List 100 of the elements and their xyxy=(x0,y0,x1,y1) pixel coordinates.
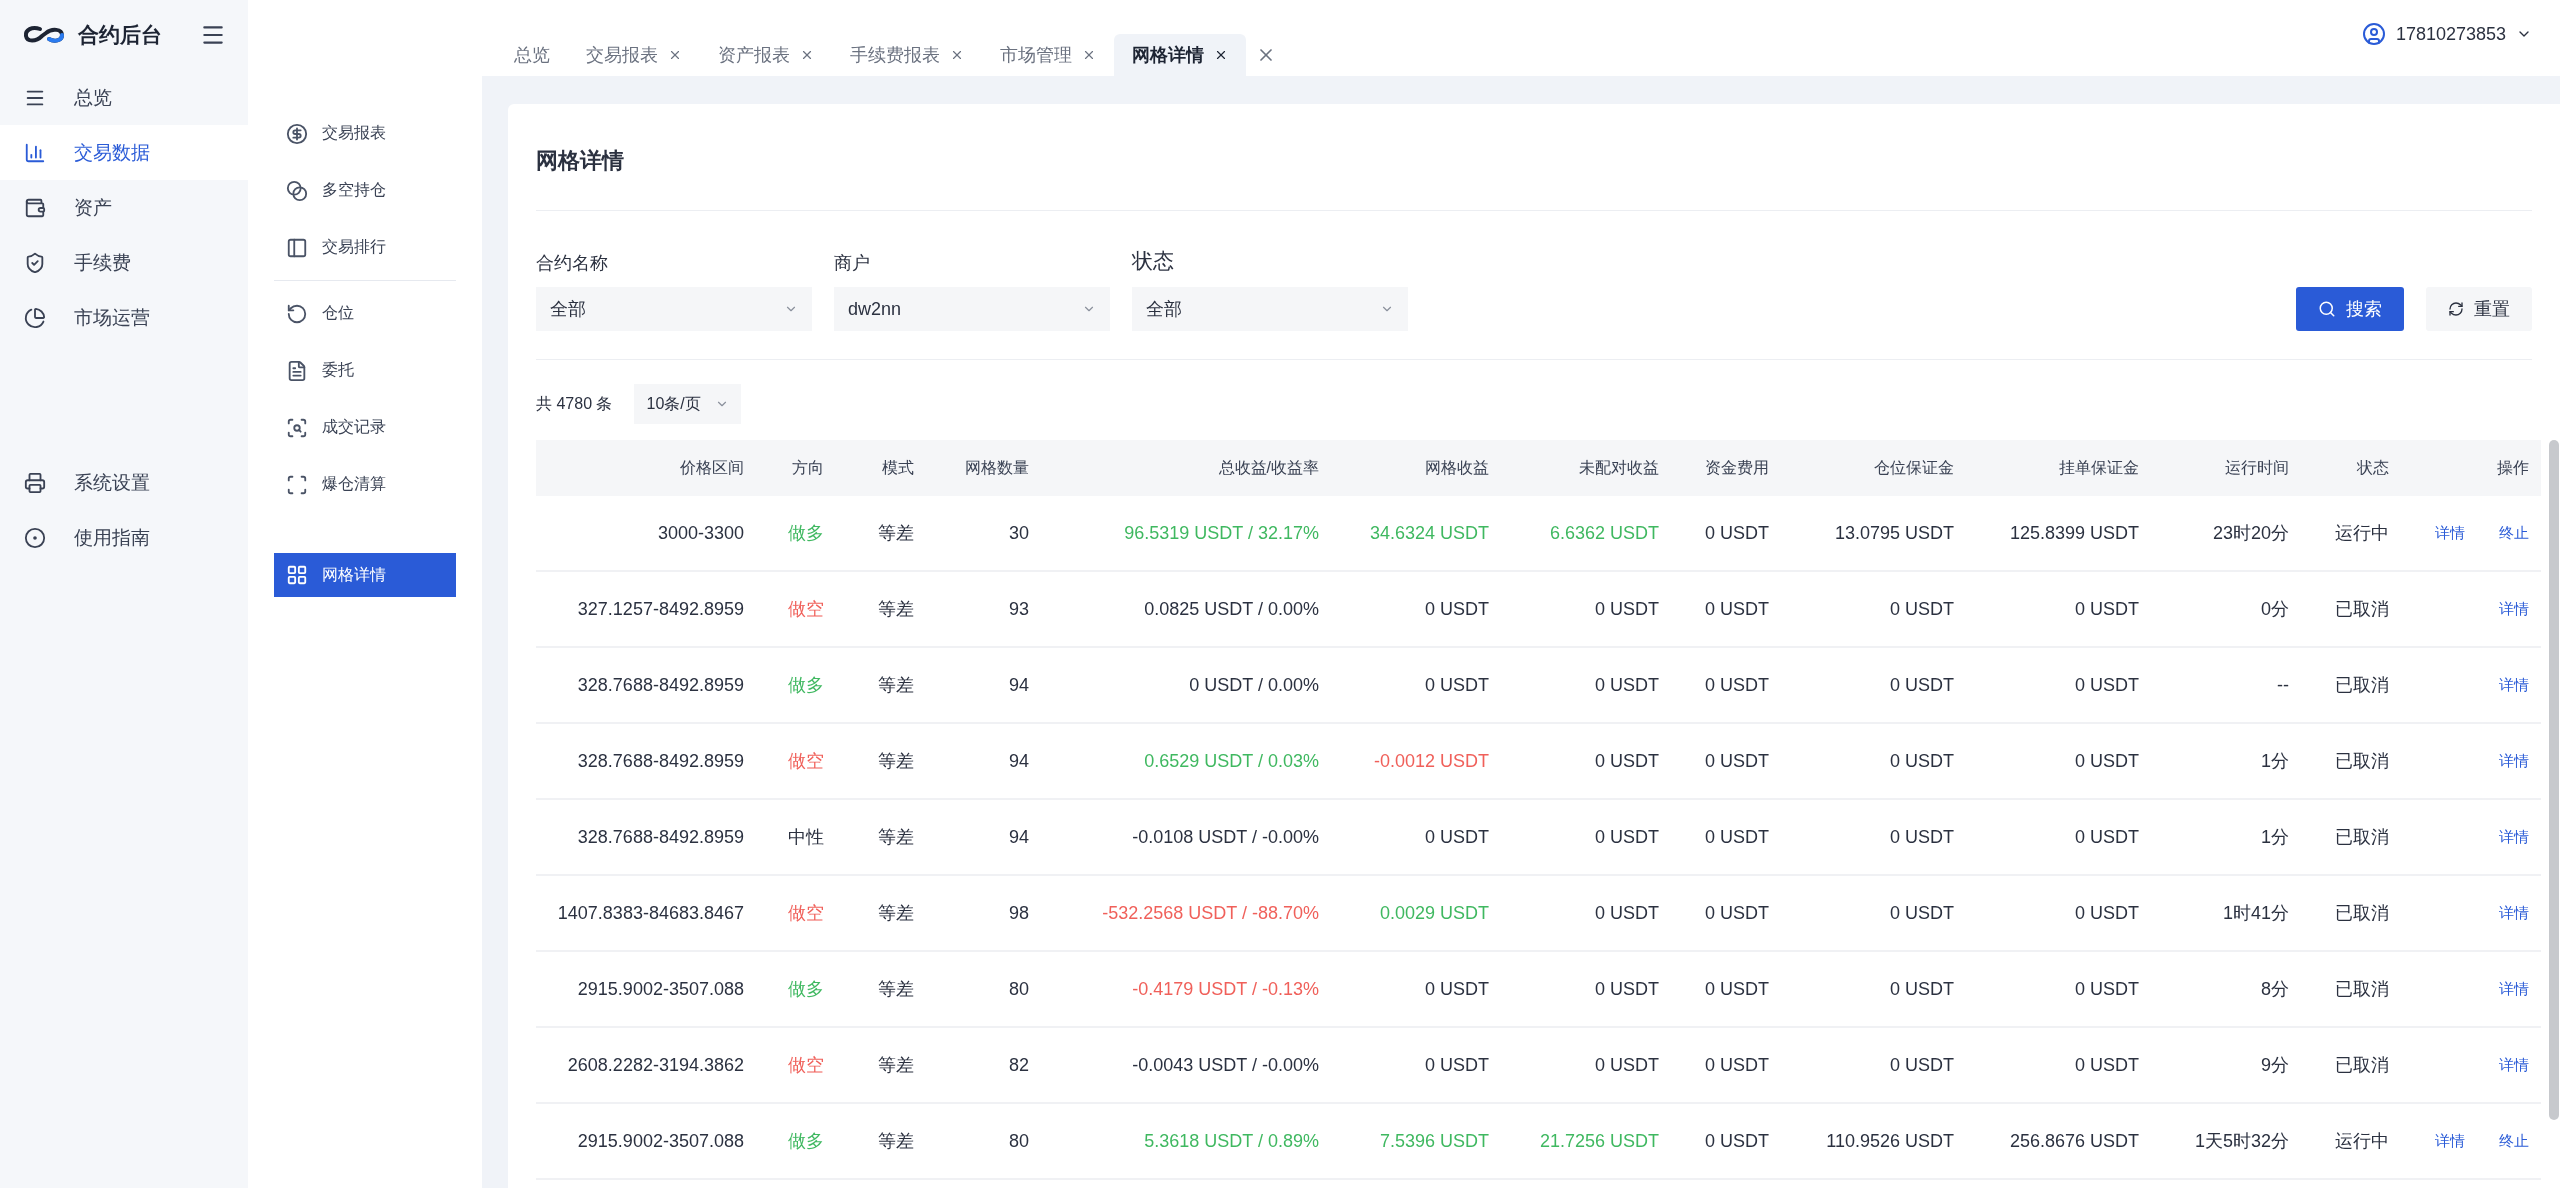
tab[interactable]: 市场管理 xyxy=(982,34,1114,76)
scrollbar[interactable] xyxy=(2549,440,2559,1120)
table-cell: 34.6324 USDT xyxy=(1331,496,1501,571)
tab[interactable]: 手续费报表 xyxy=(832,34,982,76)
table-cell: 0 USDT xyxy=(1781,1027,1966,1103)
logo-icon xyxy=(22,24,66,46)
action-link[interactable]: 详情 xyxy=(2499,599,2529,619)
table-cell: 3000-3300 xyxy=(536,496,756,571)
table-cell: 等差 xyxy=(836,1027,926,1103)
table-cell: 做多 xyxy=(756,1103,836,1179)
select-field[interactable]: dw2nn xyxy=(834,287,1110,331)
action-link[interactable]: 详情 xyxy=(2435,523,2465,543)
table-cell: 0 USDT xyxy=(1781,799,1966,875)
tab[interactable]: 网格详情 xyxy=(1114,34,1246,76)
submenu-item[interactable]: 多空持仓 xyxy=(274,162,456,219)
table-cell: -532.2568 USDT / -88.70% xyxy=(1041,875,1331,951)
submenu-item[interactable]: 网格详情 xyxy=(274,553,456,597)
table-cell: 23时20分 xyxy=(2151,496,2301,571)
table-cell: 等差 xyxy=(836,647,926,723)
table-cell: 1分 xyxy=(2151,723,2301,799)
tab[interactable]: 总览 xyxy=(496,34,568,76)
column-header: 状态 xyxy=(2301,440,2401,496)
table-cell: -0.0012 USDT xyxy=(1331,723,1501,799)
table-cell: 0 USDT xyxy=(1781,723,1966,799)
table-cell: 0 USDT xyxy=(1966,723,2151,799)
column-header: 未配对收益 xyxy=(1501,440,1671,496)
action-link[interactable]: 详情 xyxy=(2499,675,2529,695)
tab[interactable]: 交易报表 xyxy=(568,34,700,76)
action-link[interactable]: 详情 xyxy=(2499,903,2529,923)
table-cell: 0 USDT xyxy=(1671,1103,1781,1179)
submenu-item[interactable]: 交易排行 xyxy=(274,219,456,276)
submenu-item[interactable]: 交易报表 xyxy=(274,105,456,162)
scan-search-icon xyxy=(286,416,308,439)
page-size-select[interactable]: 10条/页 xyxy=(634,384,741,424)
table-cell: 0 USDT xyxy=(1671,571,1781,647)
table-cell: 80 xyxy=(926,1103,1041,1179)
table-cell: 1天5时32分 xyxy=(2151,1103,2301,1179)
table-cell: 0 USDT xyxy=(1966,1027,2151,1103)
table-cell: 做多 xyxy=(756,496,836,571)
column-header: 资金费用 xyxy=(1671,440,1781,496)
action-link[interactable]: 终止 xyxy=(2499,1131,2529,1151)
table-cell: -0.0108 USDT / -0.00% xyxy=(1041,799,1331,875)
sidebar-item[interactable]: 使用指南 xyxy=(0,510,248,565)
submenu-item[interactable]: 爆仓清算 xyxy=(274,456,456,513)
column-header: 仓位保证金 xyxy=(1781,440,1966,496)
sidebar-item[interactable]: 交易数据 xyxy=(0,125,248,180)
action-link[interactable]: 详情 xyxy=(2499,751,2529,771)
column-header: 总收益/收益率 xyxy=(1041,440,1331,496)
table-cell: 0 USDT xyxy=(1781,571,1966,647)
action-link[interactable]: 终止 xyxy=(2499,523,2529,543)
table-cell: 等差 xyxy=(836,1103,926,1179)
action-link[interactable]: 详情 xyxy=(2435,1131,2465,1151)
submenu-item[interactable]: 委托 xyxy=(274,342,456,399)
table-cell: 0 USDT xyxy=(1501,951,1671,1027)
select-field[interactable]: 全部 xyxy=(536,287,812,331)
sidebar-item[interactable]: 系统设置 xyxy=(0,455,248,510)
table-cell: 0 USDT xyxy=(1671,799,1781,875)
column-header: 方向 xyxy=(756,440,836,496)
table-cell: 已取消 xyxy=(2301,647,2401,723)
select-field[interactable]: 全部 xyxy=(1132,287,1408,331)
table-cell: 0 USDT xyxy=(1671,723,1781,799)
sidebar-item[interactable]: 资产 xyxy=(0,180,248,235)
table-cell: 已取消 xyxy=(2301,799,2401,875)
overlapping-circles-icon xyxy=(286,179,308,202)
filter-label: 状态 xyxy=(1132,248,1175,274)
action-link[interactable]: 详情 xyxy=(2499,827,2529,847)
table-cell: 中性 xyxy=(756,799,836,875)
table-cell: 已取消 xyxy=(2301,723,2401,799)
table-cell: 做空 xyxy=(756,1027,836,1103)
sidebar-item[interactable]: 市场运营 xyxy=(0,290,248,345)
table-cell: 0 USDT xyxy=(1966,951,2151,1027)
table-cell: 125.8399 USDT xyxy=(1966,496,2151,571)
table-cell: 0 USDT xyxy=(1501,571,1671,647)
table-cell: 0 USDT xyxy=(1671,496,1781,571)
action-link[interactable]: 详情 xyxy=(2499,979,2529,999)
table-cell: 等差 xyxy=(836,799,926,875)
table-cell: 等差 xyxy=(836,571,926,647)
sidebar-item[interactable]: 手续费 xyxy=(0,235,248,290)
table-cell: 93 xyxy=(926,571,1041,647)
close-icon[interactable] xyxy=(1214,48,1228,62)
table-cell: 已取消 xyxy=(2301,875,2401,951)
table-cell: 0.0825 USDT / 0.00% xyxy=(1041,571,1331,647)
reset-button[interactable]: 重置 xyxy=(2426,287,2532,331)
user-menu[interactable]: 17810273853 xyxy=(2361,22,2532,46)
submenu-item[interactable]: 成交记录 xyxy=(274,399,456,456)
search-icon xyxy=(2318,300,2336,318)
action-link[interactable]: 详情 xyxy=(2499,1055,2529,1075)
table-cell: 327.1257-8492.8959 xyxy=(536,571,756,647)
table-cell: 0 USDT xyxy=(1966,571,2151,647)
table-cell: 0 USDT xyxy=(1671,951,1781,1027)
sidebar-item[interactable]: 总览 xyxy=(0,70,248,125)
wallet-icon xyxy=(24,196,46,219)
submenu-item[interactable]: 仓位 xyxy=(274,285,456,342)
table-cell: 0 USDT xyxy=(1501,799,1671,875)
table-cell: 82 xyxy=(926,1027,1041,1103)
table-cell: 80 xyxy=(926,951,1041,1027)
tab[interactable]: 资产报表 xyxy=(700,34,832,76)
table-cell: 5.3618 USDT / 0.89% xyxy=(1041,1103,1331,1179)
search-button[interactable]: 搜索 xyxy=(2296,287,2404,331)
filter-label: 合约名称 xyxy=(536,252,609,275)
